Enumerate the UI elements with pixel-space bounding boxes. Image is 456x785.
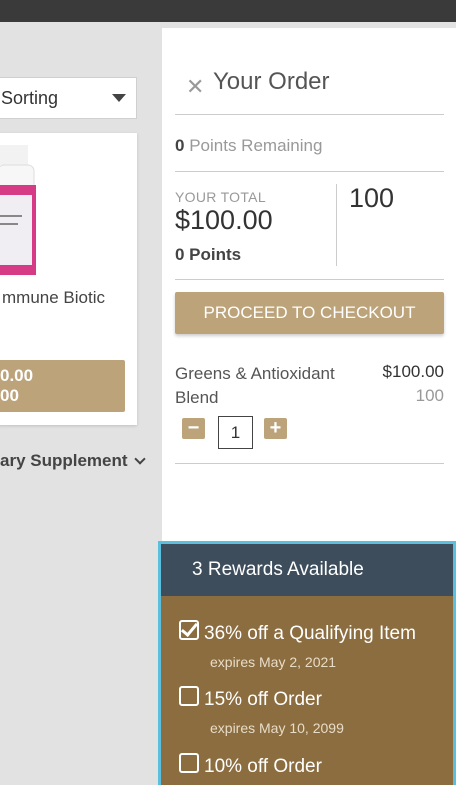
product-points-line: 00 xyxy=(0,386,19,405)
rewards-panel: 3 Rewards Available 36% off a Qualifying… xyxy=(158,541,456,785)
product-name[interactable]: mmune Biotic xyxy=(2,288,105,308)
divider xyxy=(175,171,444,172)
points-remaining: 0 Points Remaining xyxy=(175,136,322,156)
points-remaining-label: Points Remaining xyxy=(189,136,323,155)
divider xyxy=(175,279,444,280)
your-total-points: 0 Points xyxy=(175,245,242,264)
your-total-label: YOUR TOTAL xyxy=(175,189,266,205)
reward-label: 15% off Order xyxy=(204,689,322,710)
category-filter[interactable]: ary Supplement xyxy=(0,451,146,471)
your-total-value: $100.00 xyxy=(175,205,273,235)
total-points: 100 xyxy=(349,183,395,213)
cart-item-points: 100 xyxy=(415,386,444,405)
quantity-decrease-button[interactable]: − xyxy=(182,418,205,439)
reward-expiry: expires May 2, 2021 xyxy=(210,654,337,670)
reward-checkbox-checked[interactable] xyxy=(179,620,199,640)
product-bottle-image xyxy=(0,145,36,275)
cart-item-name: Greens & Antioxidant Blend xyxy=(175,364,335,407)
close-icon[interactable]: ✕ xyxy=(186,74,204,100)
sort-dropdown[interactable]: Sorting xyxy=(0,77,137,119)
reward-label: 10% off Order xyxy=(204,756,322,777)
reward-checkbox[interactable] xyxy=(179,753,199,773)
order-title: Your Order xyxy=(213,68,330,95)
quantity-increase-button[interactable]: + xyxy=(264,418,287,439)
divider xyxy=(175,463,444,464)
product-price-line: 0.00 xyxy=(0,366,34,385)
category-label: ary Supplement xyxy=(0,451,128,470)
chevron-down-icon xyxy=(133,453,146,465)
rewards-header[interactable]: 3 Rewards Available xyxy=(161,544,453,596)
vertical-divider xyxy=(336,184,337,266)
points-remaining-value: 0 xyxy=(175,136,185,155)
proceed-to-checkout-button[interactable]: PROCEED TO CHECKOUT xyxy=(175,292,444,334)
divider xyxy=(175,114,444,115)
caret-down-icon xyxy=(112,94,126,102)
quantity-input[interactable]: 1 xyxy=(218,416,253,449)
cart-item-price: $100.00 xyxy=(382,362,444,381)
top-bar xyxy=(0,0,456,22)
product-price-button[interactable]: 0.00 00 xyxy=(0,360,125,412)
reward-label: 36% off a Qualifying Item xyxy=(204,623,416,644)
reward-expiry: expires May 10, 2099 xyxy=(210,720,344,736)
sort-dropdown-label: Sorting xyxy=(1,87,59,108)
reward-checkbox[interactable] xyxy=(179,686,199,706)
